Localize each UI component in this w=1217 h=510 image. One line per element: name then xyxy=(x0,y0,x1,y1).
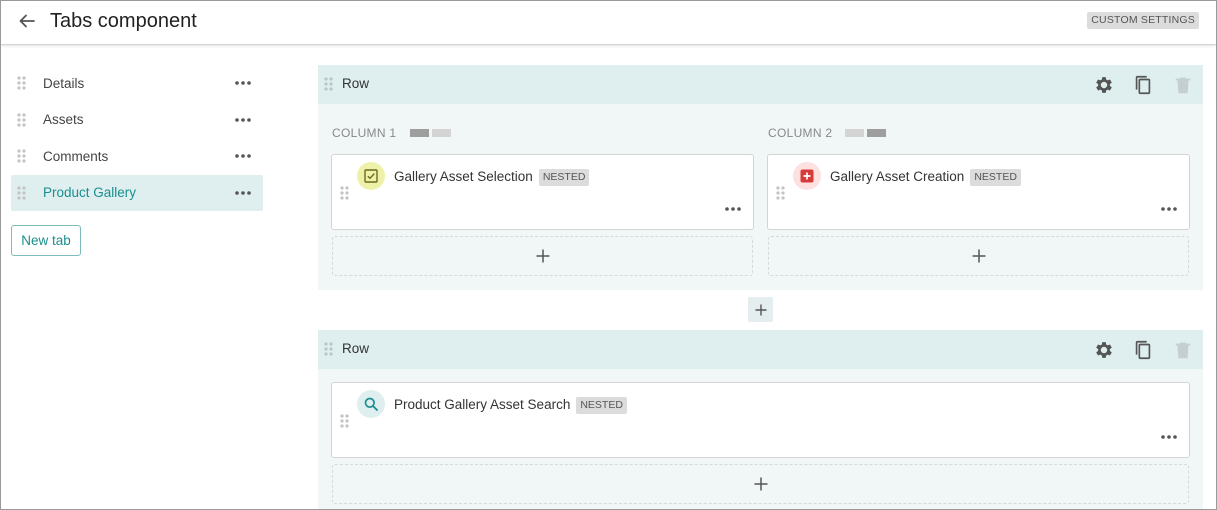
new-tab-button[interactable]: New tab xyxy=(11,225,81,256)
page-title: Tabs component xyxy=(50,10,197,32)
plus-icon xyxy=(536,249,549,263)
column-width-icon[interactable] xyxy=(410,129,452,137)
custom-settings-badge[interactable]: CUSTOM SETTINGS xyxy=(1087,12,1199,29)
more-options-icon[interactable] xyxy=(235,154,251,159)
tab-item-assets[interactable]: Assets xyxy=(11,102,263,139)
drag-handle-icon[interactable] xyxy=(17,186,26,200)
plus-box-icon xyxy=(793,162,821,190)
row-title: Row xyxy=(342,76,370,91)
more-options-icon[interactable] xyxy=(235,190,251,195)
component-card[interactable]: Gallery Asset Selection NESTED xyxy=(331,154,754,230)
nested-badge: NESTED xyxy=(576,397,627,414)
layout-row: Row COLUMN 1 COLUMN 2 Gallery Asset Sele… xyxy=(318,65,1203,290)
drag-handle-icon[interactable] xyxy=(340,186,349,200)
tab-item-comments[interactable]: Comments xyxy=(11,138,263,175)
row-header: Row xyxy=(318,65,1203,104)
tab-item-product-gallery[interactable]: Product Gallery xyxy=(11,174,263,211)
copy-icon[interactable] xyxy=(1132,74,1154,96)
drag-handle-icon[interactable] xyxy=(324,342,333,356)
column-width-icon[interactable] xyxy=(845,129,887,137)
tab-label: Assets xyxy=(43,112,84,128)
nested-badge: NESTED xyxy=(970,169,1021,186)
drag-handle-icon[interactable] xyxy=(17,149,26,163)
tab-item-details[interactable]: Details xyxy=(11,65,263,102)
trash-icon[interactable] xyxy=(1172,339,1194,361)
drag-handle-icon[interactable] xyxy=(324,77,333,91)
card-title: Gallery Asset Creation NESTED xyxy=(830,169,1021,186)
card-title-text: Product Gallery Asset Search xyxy=(394,397,571,412)
checkbox-icon xyxy=(357,162,385,190)
more-options-icon[interactable] xyxy=(235,117,251,122)
app-frame: Tabs component CUSTOM SETTINGS Details A… xyxy=(0,0,1217,510)
drag-handle-icon[interactable] xyxy=(340,414,349,428)
trash-icon[interactable] xyxy=(1172,74,1194,96)
plus-icon xyxy=(972,249,985,263)
nested-badge: NESTED xyxy=(538,169,590,186)
row-title: Row xyxy=(342,341,370,356)
tab-list-sidebar: Details Assets Comments Product Gallery … xyxy=(11,65,263,256)
drag-handle-icon[interactable] xyxy=(17,76,26,90)
layout-row: Row Product Gallery Asset Search NESTED xyxy=(318,330,1203,509)
plus-icon xyxy=(755,304,766,315)
component-card[interactable]: Gallery Asset Creation NESTED xyxy=(767,154,1190,230)
add-component-button[interactable] xyxy=(768,236,1189,276)
tab-label: Product Gallery xyxy=(43,185,137,201)
column-label: COLUMN 2 xyxy=(768,126,833,140)
plus-icon xyxy=(754,477,767,491)
row-header: Row xyxy=(318,330,1203,369)
back-arrow-icon[interactable] xyxy=(16,10,38,32)
more-options-icon[interactable] xyxy=(1161,207,1177,211)
card-title-text: Gallery Asset Selection xyxy=(394,169,533,184)
add-component-button[interactable] xyxy=(332,236,753,276)
more-options-icon[interactable] xyxy=(235,81,251,86)
more-options-icon[interactable] xyxy=(725,207,741,211)
tab-label: Comments xyxy=(43,148,109,164)
copy-icon[interactable] xyxy=(1132,339,1154,361)
search-icon xyxy=(357,390,385,418)
add-row-button[interactable] xyxy=(748,297,773,322)
add-component-button[interactable] xyxy=(332,464,1189,504)
drag-handle-icon[interactable] xyxy=(776,186,785,200)
gear-icon[interactable] xyxy=(1093,74,1115,96)
component-card[interactable]: Product Gallery Asset Search NESTED xyxy=(331,382,1190,458)
card-title: Gallery Asset Selection NESTED xyxy=(394,169,590,186)
card-title-text: Gallery Asset Creation xyxy=(830,169,965,184)
card-title: Product Gallery Asset Search NESTED xyxy=(394,397,627,414)
page-header: Tabs component CUSTOM SETTINGS xyxy=(1,1,1216,45)
drag-handle-icon[interactable] xyxy=(17,113,26,127)
gear-icon[interactable] xyxy=(1093,339,1115,361)
more-options-icon[interactable] xyxy=(1161,435,1177,439)
column-label: COLUMN 1 xyxy=(332,126,397,140)
tab-label: Details xyxy=(43,75,85,91)
